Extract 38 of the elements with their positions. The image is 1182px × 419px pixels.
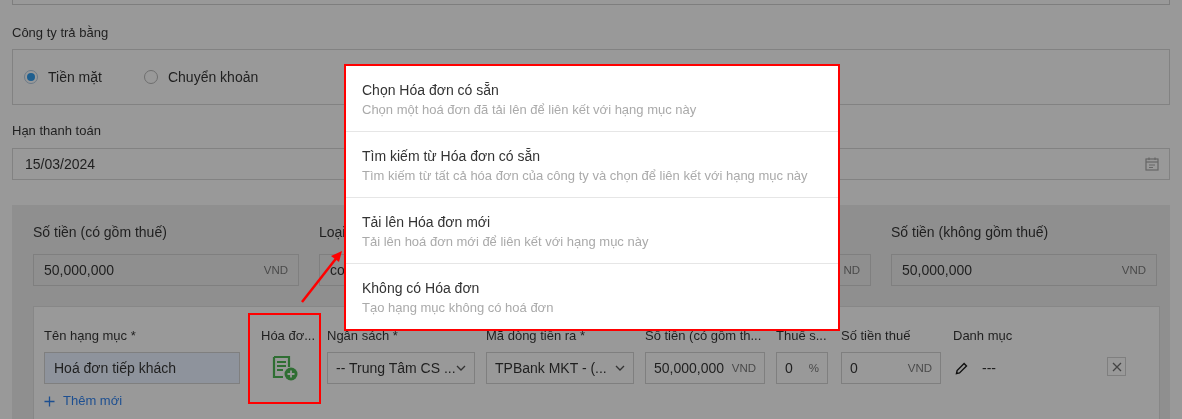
- chevron-down-icon[interactable]: [615, 365, 625, 371]
- amount-field[interactable]: 0 %: [776, 352, 828, 384]
- column-label: Ngân sách *: [327, 327, 399, 345]
- column-label: Hóa đơ...: [260, 327, 317, 345]
- close-icon[interactable]: [1111, 361, 1122, 372]
- close-button[interactable]: [1107, 357, 1126, 376]
- radio-label[interactable]: Chuyển khoản: [167, 69, 259, 85]
- menu-item[interactable]: Chọn Hóa đơn có sẵn Chọn một hoá đơn đã tải lên để liên kết với hạng mục này: [346, 66, 838, 131]
- amount-field[interactable]: 50,000,000 VND: [891, 254, 1157, 286]
- document-add-icon[interactable]: [271, 355, 298, 381]
- amount-field[interactable]: 50,000,000 VND: [645, 352, 765, 384]
- add-link[interactable]: Thêm mới: [44, 394, 240, 408]
- column-label: Số tiền thuế: [841, 327, 912, 345]
- field-label: Loại: [319, 223, 346, 241]
- menu-item[interactable]: Tìm kiếm từ Hóa đơn có sẵn Tìm kiếm từ tất cả hóa đơn của công ty và chọn để liên kết với hạng mục này: [346, 131, 838, 197]
- field-label: Hạn thanh toán: [12, 123, 102, 139]
- select-field[interactable]: -- Trung Tâm CS ...: [327, 352, 475, 384]
- arrow: [300, 250, 344, 304]
- name-field[interactable]: Hoá đơn tiếp khách: [44, 352, 240, 384]
- calendar-icon[interactable]: [1145, 157, 1159, 171]
- amount-field[interactable]: 0 VND: [841, 352, 941, 384]
- column-label: Số tiền (có gồm th...: [645, 327, 763, 345]
- chevron-down-icon[interactable]: [456, 365, 466, 371]
- column-label: Danh mục: [953, 327, 1014, 345]
- select-field[interactable]: TPBank MKT - (...: [486, 352, 634, 384]
- pencil-icon[interactable]: [955, 361, 968, 375]
- amount-field[interactable]: 50,000,000 VND: [33, 254, 299, 286]
- field-label: Số tiền (có gồm thuế): [33, 223, 167, 241]
- category-value: ---: [982, 360, 996, 376]
- column-label: Mã dòng tiền ra *: [486, 327, 586, 345]
- field-label: Công ty trả bằng: [12, 25, 110, 41]
- column-label: Tên hạng mục *: [44, 327, 137, 345]
- plus-icon[interactable]: [44, 395, 55, 407]
- field-label: Số tiền (không gồm thuế): [891, 223, 1049, 241]
- column-label: Thuế s...: [776, 327, 828, 345]
- menu-item[interactable]: Không có Hóa đơn Tạo hạng mục không có hoá đơn: [346, 263, 838, 329]
- radio-label[interactable]: Tiền mặt: [48, 69, 102, 85]
- menu-item[interactable]: Tải lên Hóa đơn mới Tải lên hoá đơn mới để liên kết với hạng mục này: [346, 197, 838, 263]
